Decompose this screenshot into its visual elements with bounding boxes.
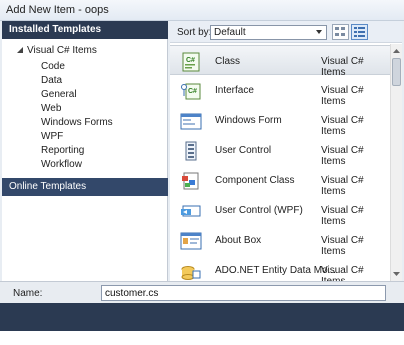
- user-control-icon: [185, 141, 197, 161]
- item-category: Visual C# Items: [321, 175, 364, 197]
- sort-bar: Sort by: Default: [170, 21, 402, 43]
- name-label: Name:: [13, 288, 43, 299]
- tree-item-web[interactable]: Web: [41, 103, 61, 117]
- tree-item-windows-forms[interactable]: Windows Forms: [41, 117, 113, 131]
- item-name: User Control: [215, 145, 272, 156]
- item-name: About Box: [215, 235, 262, 246]
- item-name: Interface: [215, 85, 254, 96]
- expanded-triangle-icon[interactable]: [16, 46, 24, 54]
- item-name: Component Class: [215, 175, 295, 186]
- sort-by-dropdown[interactable]: Default: [210, 25, 327, 40]
- dialog-footer: [0, 303, 404, 331]
- item-category: Visual C# Items: [321, 205, 364, 227]
- tree-item-reporting[interactable]: Reporting: [41, 145, 84, 159]
- installed-templates-header[interactable]: Installed Templates: [2, 21, 168, 39]
- tree-item-general[interactable]: General: [41, 89, 77, 103]
- about-box-icon: [180, 232, 202, 250]
- item-list-panel: Sort by: Default C# Class Visual C# Item…: [170, 21, 402, 281]
- item-category: Visual C# Items: [321, 85, 364, 107]
- scroll-up-arrow-icon[interactable]: [392, 46, 401, 56]
- window-title: Add New Item - oops: [6, 4, 109, 16]
- item-name: Windows Form: [215, 115, 282, 126]
- item-category: Visual C# Items: [321, 145, 364, 167]
- template-list: C# Class Visual C# Items C# Interface Vi…: [170, 44, 390, 281]
- scroll-down-arrow-icon[interactable]: [392, 269, 401, 279]
- vertical-scrollbar[interactable]: [390, 44, 402, 281]
- list-item-interface[interactable]: C# Interface Visual C# Items: [170, 75, 390, 107]
- svg-text:C#: C#: [186, 57, 195, 64]
- name-input[interactable]: [101, 285, 386, 301]
- title-bar: Add New Item - oops: [0, 0, 404, 21]
- bottom-strip: [0, 331, 404, 345]
- details-view-button[interactable]: [351, 24, 368, 40]
- item-name: Class: [215, 56, 241, 67]
- list-item-component-class[interactable]: Component Class Visual C# Items: [170, 165, 390, 197]
- scrollbar-thumb[interactable]: [392, 58, 401, 86]
- ado-net-icon: [181, 266, 201, 280]
- class-icon: C#: [182, 52, 200, 72]
- templates-panel: Installed Templates Visual C# Items Code…: [2, 21, 168, 281]
- small-icons-view-button[interactable]: [332, 24, 349, 40]
- tree-item-data[interactable]: Data: [41, 75, 62, 89]
- item-category: Visual C# Items: [321, 115, 364, 137]
- component-class-icon: [182, 172, 199, 190]
- list-item-user-control[interactable]: User Control Visual C# Items: [170, 135, 390, 167]
- interface-icon: C#: [181, 83, 201, 100]
- list-item-ado-net-entity-data-model[interactable]: ADO.NET Entity Data Mo... Visual C# Item…: [170, 255, 390, 281]
- tree-item-wpf[interactable]: WPF: [41, 131, 63, 145]
- tree-item-visual-csharp-items[interactable]: Visual C# Items: [16, 43, 97, 57]
- sort-by-label: Sort by:: [177, 27, 212, 38]
- name-row: Name:: [0, 281, 404, 303]
- tree-item-workflow[interactable]: Workflow: [41, 159, 82, 173]
- list-item-user-control-wpf[interactable]: User Control (WPF) Visual C# Items: [170, 195, 390, 227]
- windows-form-icon: [180, 113, 202, 130]
- item-category: Visual C# Items: [321, 265, 364, 281]
- add-new-item-dialog: Add New Item - oops Installed Templates …: [0, 0, 404, 345]
- list-item-about-box[interactable]: About Box Visual C# Items: [170, 225, 390, 257]
- item-category: Visual C# Items: [321, 235, 364, 257]
- tree-item-code[interactable]: Code: [41, 61, 65, 75]
- sort-by-value: Default: [214, 27, 246, 38]
- svg-text:C#: C#: [188, 88, 197, 95]
- item-name: ADO.NET Entity Data Mo...: [215, 265, 336, 276]
- online-templates-header[interactable]: Online Templates: [2, 178, 168, 196]
- chevron-down-icon: [316, 30, 322, 34]
- wpf-user-control-icon: [181, 205, 201, 217]
- details-view-icon: [354, 27, 365, 37]
- item-name: User Control (WPF): [215, 205, 303, 216]
- list-item-windows-form[interactable]: Windows Form Visual C# Items: [170, 105, 390, 137]
- list-item-class[interactable]: C# Class Visual C# Items: [170, 45, 390, 78]
- tree-root-label: Visual C# Items: [27, 44, 97, 56]
- small-icons-view-icon: [335, 27, 345, 36]
